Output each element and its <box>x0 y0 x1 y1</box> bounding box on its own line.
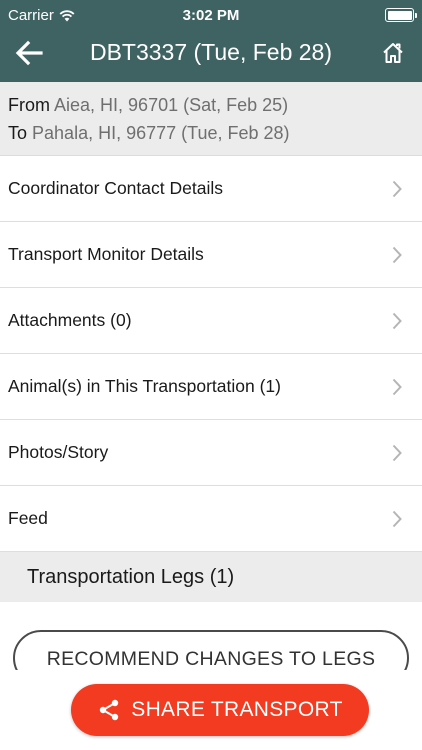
menu-item-feed[interactable]: Feed <box>0 486 422 552</box>
menu-item-label: Transport Monitor Details <box>8 244 204 264</box>
route-to-label: To <box>8 123 28 143</box>
arrow-left-icon <box>15 40 43 66</box>
chevron-right-icon <box>392 312 402 330</box>
route-from-label: From <box>8 95 50 115</box>
share-transport-label: SHARE TRANSPORT <box>131 698 343 721</box>
menu-item-coordinator-contact[interactable]: Coordinator Contact Details <box>0 156 422 222</box>
navigation-bar: DBT3337 (Tue, Feb 28) <box>0 30 422 82</box>
menu-item-transport-monitor[interactable]: Transport Monitor Details <box>0 222 422 288</box>
menu-item-label: Animal(s) in This Transportation (1) <box>8 376 281 396</box>
menu-item-label: Photos/Story <box>8 442 109 462</box>
status-bar: Carrier 3:02 PM <box>0 0 422 30</box>
chevron-right-icon <box>392 378 402 396</box>
battery-icon <box>385 8 417 22</box>
route-from: From Aiea, HI, 96701 (Sat, Feb 25) <box>8 91 414 119</box>
route-to-value: Pahala, HI, 96777 (Tue, Feb 28) <box>32 123 290 143</box>
transportation-legs-header: Transportation Legs (1) <box>0 552 422 602</box>
home-button[interactable] <box>376 36 410 70</box>
back-button[interactable] <box>12 36 46 70</box>
menu-item-label: Feed <box>8 508 48 528</box>
menu-item-label: Attachments (0) <box>8 310 132 330</box>
menu-item-animals[interactable]: Animal(s) in This Transportation (1) <box>0 354 422 420</box>
chevron-right-icon <box>392 246 402 264</box>
details-menu: Coordinator Contact Details Transport Mo… <box>0 156 422 552</box>
chevron-right-icon <box>392 444 402 462</box>
route-from-value: Aiea, HI, 96701 (Sat, Feb 25) <box>54 95 289 115</box>
home-icon <box>383 43 403 63</box>
app-header: Carrier 3:02 PM DBT3337 (Tue, Feb 28) <box>0 0 422 82</box>
menu-item-attachments[interactable]: Attachments (0) <box>0 288 422 354</box>
page-title: DBT3337 (Tue, Feb 28) <box>89 39 333 65</box>
route-summary: From Aiea, HI, 96701 (Sat, Feb 25) To Pa… <box>0 82 422 156</box>
share-icon <box>100 699 119 721</box>
chevron-right-icon <box>392 180 402 198</box>
menu-item-photos-story[interactable]: Photos/Story <box>0 420 422 486</box>
status-time: 3:02 PM <box>182 7 240 24</box>
share-transport-button[interactable]: SHARE TRANSPORT <box>71 684 369 736</box>
chevron-right-icon <box>392 510 402 528</box>
route-to: To Pahala, HI, 96777 (Tue, Feb 28) <box>8 119 414 147</box>
menu-item-label: Coordinator Contact Details <box>8 178 223 198</box>
